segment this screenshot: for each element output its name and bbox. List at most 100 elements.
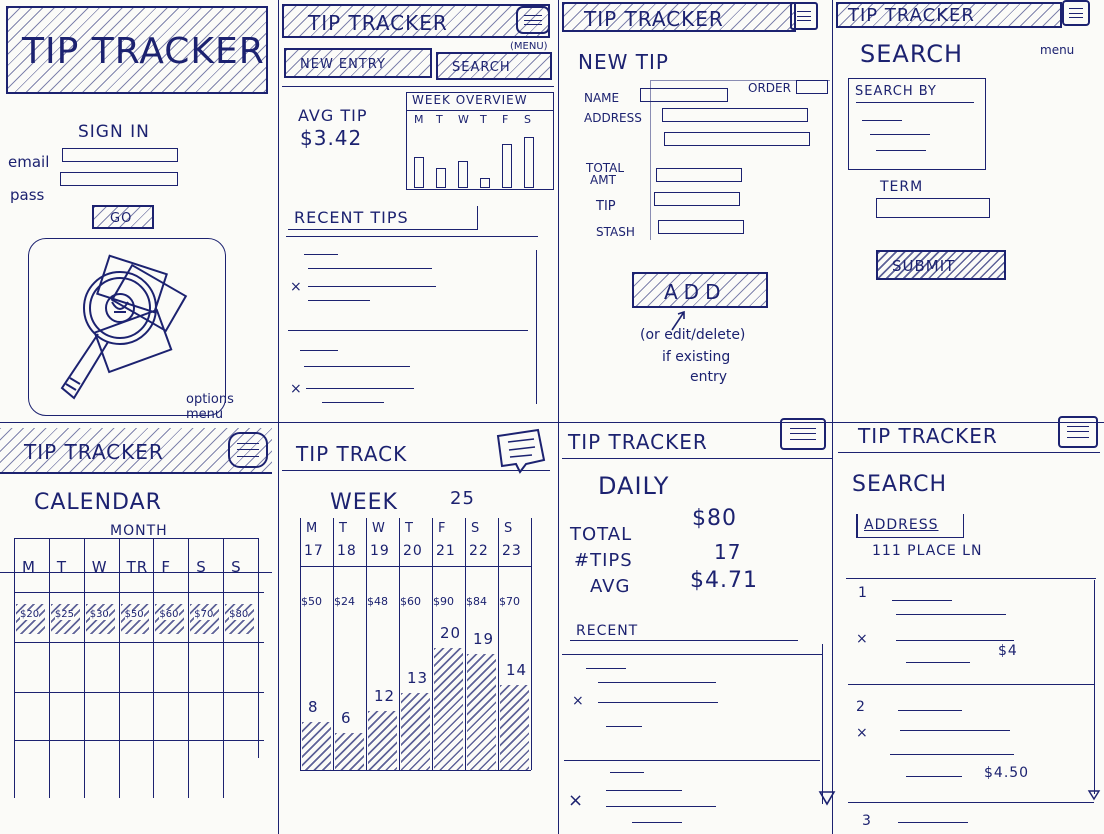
- email-field[interactable]: [62, 148, 178, 162]
- list-line: [610, 772, 644, 773]
- row-line: [14, 692, 264, 693]
- app-title: TIP TRACKER: [22, 31, 265, 72]
- search-button[interactable]: SEARCH: [436, 52, 552, 80]
- address-field-2[interactable]: [664, 132, 810, 146]
- day-date: 20: [403, 543, 423, 559]
- day-fill[interactable]: [434, 648, 463, 770]
- new-entry-button[interactable]: NEW ENTRY: [284, 48, 432, 78]
- password-field[interactable]: [60, 172, 178, 186]
- tip-count: 13: [407, 669, 429, 687]
- options-menu-note: options menu: [186, 392, 234, 422]
- add-button[interactable]: ADD: [632, 272, 768, 308]
- scroll-down-icon[interactable]: [818, 790, 836, 806]
- day-amount: $30: [89, 609, 109, 620]
- menu-icon[interactable]: [790, 2, 818, 30]
- total-amount-field[interactable]: [656, 168, 742, 182]
- list-divider: [848, 684, 1094, 685]
- weekday-label: F: [161, 558, 172, 576]
- list-line: [892, 600, 952, 601]
- day-fill[interactable]: [302, 722, 331, 770]
- scroll-down-icon[interactable]: [1087, 790, 1101, 801]
- grid-bottom-line: [300, 770, 531, 771]
- list-line: [308, 268, 432, 269]
- weekday-label: S: [231, 558, 242, 576]
- day-date: 18: [337, 543, 357, 559]
- menu-icon[interactable]: [492, 426, 548, 474]
- list-line: [896, 614, 1006, 615]
- menu-icon[interactable]: [780, 418, 826, 450]
- list-line: [304, 254, 338, 255]
- delete-icon[interactable]: ×: [572, 694, 584, 708]
- week-bar: [436, 168, 446, 188]
- column-line: [188, 538, 190, 798]
- delete-icon[interactable]: ×: [856, 726, 868, 740]
- result-amount: $4.50: [984, 765, 1030, 781]
- scrollbar[interactable]: [536, 250, 537, 404]
- filter-badge[interactable]: ADDRESS: [856, 514, 964, 538]
- edit-note-2: if existing: [662, 349, 731, 365]
- add-button-label: ADD: [664, 280, 727, 304]
- menu-note: (MENU): [510, 41, 548, 52]
- submit-button[interactable]: SUBMIT: [876, 250, 1006, 280]
- list-line: [896, 640, 1014, 641]
- column-line: [223, 538, 225, 798]
- day-amount: $70: [499, 595, 520, 608]
- date-line: [300, 566, 531, 567]
- delete-icon[interactable]: ×: [568, 792, 583, 810]
- day-amount: $80: [229, 609, 249, 620]
- filter-value: 111 PLACE LN: [872, 543, 983, 559]
- name-field[interactable]: [640, 88, 728, 102]
- go-button[interactable]: GO: [92, 205, 154, 229]
- avg-label: AVG: [590, 576, 631, 597]
- app-title: TIP TRACKER: [858, 424, 998, 448]
- day-fill[interactable]: [500, 685, 529, 770]
- delete-icon[interactable]: ×: [290, 382, 302, 396]
- row-line: [14, 642, 264, 643]
- weekday-label: TR: [126, 558, 149, 576]
- delete-icon[interactable]: ×: [856, 632, 868, 646]
- scrollbar[interactable]: [1094, 580, 1095, 794]
- app-title: TIP TRACK: [296, 442, 408, 466]
- day-fill[interactable]: [368, 711, 397, 770]
- search-heading: SEARCH: [852, 472, 948, 497]
- list-line: [308, 286, 436, 287]
- list-top-line: [562, 654, 822, 655]
- tip-count: 8: [308, 698, 319, 716]
- day-letter: S: [504, 521, 514, 536]
- day-fill[interactable]: [335, 733, 364, 770]
- scrollbar[interactable]: [822, 644, 823, 804]
- day-amount: $60: [400, 595, 421, 608]
- delete-icon[interactable]: ×: [290, 280, 302, 294]
- list-top-line: [846, 578, 1096, 579]
- day-letter: T: [405, 521, 414, 536]
- stash-field[interactable]: [658, 220, 744, 234]
- column-line: [14, 538, 15, 798]
- search-by-select[interactable]: SEARCH BY: [848, 78, 986, 170]
- row-divider: [0, 422, 1104, 423]
- panel-divider: [278, 0, 279, 834]
- day-fill[interactable]: [401, 693, 430, 770]
- day-letter: T: [339, 521, 348, 536]
- search-label: SEARCH: [452, 60, 511, 75]
- tips-count-label: #TIPS: [574, 550, 633, 571]
- list-line: [606, 726, 642, 727]
- column-line: [48, 538, 50, 798]
- stash-label: STASH: [596, 225, 635, 239]
- day-fill[interactable]: [467, 654, 496, 770]
- menu-note: menu: [1040, 43, 1075, 57]
- day-letter: F: [438, 521, 447, 536]
- menu-icon[interactable]: [228, 432, 268, 468]
- day-letter: M: [306, 521, 319, 536]
- tip-field[interactable]: [654, 192, 740, 206]
- menu-icon[interactable]: [516, 6, 550, 34]
- order-field[interactable]: [796, 80, 828, 94]
- term-input[interactable]: [876, 198, 990, 218]
- menu-icon[interactable]: [1058, 416, 1098, 448]
- list-line: [898, 710, 962, 711]
- list-line: [906, 776, 962, 777]
- address-field-1[interactable]: [662, 108, 808, 122]
- chart-header-line: [406, 110, 554, 111]
- day-label: T: [436, 113, 443, 126]
- menu-icon[interactable]: [1062, 0, 1090, 26]
- list-line: [606, 790, 682, 791]
